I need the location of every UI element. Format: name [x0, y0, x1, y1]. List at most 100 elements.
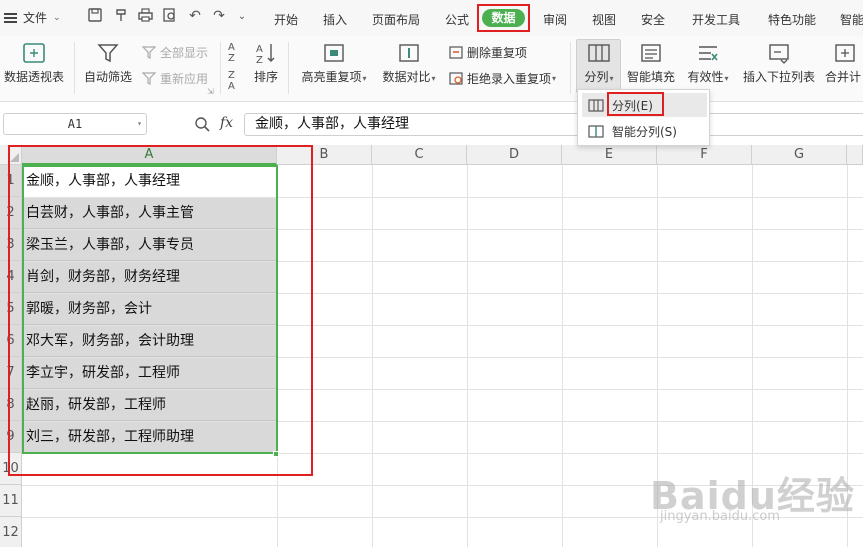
sort-label: 排序: [253, 70, 278, 84]
cell-reference: A1: [67, 117, 83, 131]
chevron-down-icon: ▾: [552, 74, 557, 83]
remove-duplicates-icon: [449, 46, 463, 59]
split-menu-highlight-box: [607, 92, 664, 116]
data-compare-button[interactable]: 数据对比▾: [380, 42, 438, 85]
validity-button[interactable]: 有效性▾: [685, 42, 731, 85]
validity-icon: [699, 46, 718, 61]
reapply-button[interactable]: 重新应用: [142, 70, 208, 87]
insert-dropdown-list-button[interactable]: 插入下拉列表: [740, 42, 818, 85]
gridline: [562, 165, 563, 547]
split-column-button[interactable]: 分列▾: [577, 42, 621, 85]
tab-home[interactable]: 开始: [274, 11, 298, 28]
svg-text:A: A: [256, 44, 263, 55]
smart-fill-label: 智能填充: [626, 70, 675, 84]
chevron-down-icon: ▾: [609, 74, 614, 83]
column-header-c[interactable]: C: [372, 145, 467, 165]
highlight-duplicates-icon: [324, 44, 344, 62]
reject-duplicates-button[interactable]: 拒绝录入重复项 ▾: [449, 70, 556, 87]
split-column-icon: [588, 44, 610, 62]
tab-developer[interactable]: 开发工具: [692, 11, 740, 28]
column-header-d[interactable]: D: [467, 145, 562, 165]
tab-review[interactable]: 审阅: [543, 11, 567, 28]
watermark-url: jingyan.baidu.com: [660, 509, 780, 524]
auto-filter-label: 自动筛选: [83, 70, 132, 84]
tab-special[interactable]: 特色功能: [768, 11, 816, 28]
tab-security[interactable]: 安全: [641, 11, 665, 28]
formula-input[interactable]: 金顺，人事部，人事经理: [244, 113, 863, 136]
pivot-table-icon: [23, 43, 45, 63]
chevron-down-icon: ▾: [724, 74, 729, 83]
merge-calc-button[interactable]: 合并计: [825, 42, 863, 85]
column-header-e[interactable]: E: [562, 145, 657, 165]
menu-bar: 文件 ⌄ ↶ ↷ ⌄ 开始 插入 页面布局 公式 数据 审阅 视图 安全 开发工…: [0, 0, 863, 36]
undo-icon[interactable]: ↶: [186, 8, 204, 24]
row-header-12[interactable]: 12: [0, 517, 22, 547]
ribbon-divider: [288, 42, 289, 94]
sort-ascending-icon[interactable]: AZ: [228, 42, 235, 64]
redo-icon[interactable]: ↷: [210, 8, 228, 24]
data-compare-icon: [399, 44, 419, 62]
reapply-label: 重新应用: [160, 72, 209, 86]
quick-access-more-icon[interactable]: ⌄: [233, 11, 251, 22]
smart-fill-button[interactable]: 智能填充: [626, 42, 676, 85]
selection-highlight-box: [8, 145, 313, 476]
row-header-11[interactable]: 11: [0, 485, 22, 517]
print-icon[interactable]: [136, 8, 154, 26]
active-tab-highlight: 数据: [477, 4, 530, 32]
format-painter-icon[interactable]: [112, 8, 130, 26]
tab-data[interactable]: 数据: [482, 9, 525, 27]
split-column-label: 分列: [584, 70, 609, 84]
highlight-duplicates-button[interactable]: 高亮重复项▾: [298, 42, 370, 85]
column-header-h[interactable]: [847, 145, 863, 165]
fx-icon[interactable]: fx: [220, 115, 233, 131]
sort-descending-icon[interactable]: ZA: [228, 70, 235, 92]
column-header-g[interactable]: G: [752, 145, 847, 165]
show-all-label: 全部显示: [160, 46, 209, 60]
name-box[interactable]: A1 ▾: [3, 113, 147, 135]
merge-calc-icon: [835, 44, 855, 62]
merge-calc-label: 合并计: [825, 70, 862, 84]
funnel-refresh-icon: [142, 72, 156, 85]
tab-page-layout[interactable]: 页面布局: [372, 11, 420, 28]
print-preview-icon[interactable]: [161, 8, 179, 26]
hamburger-icon[interactable]: [4, 12, 17, 23]
tab-insert[interactable]: 插入: [323, 11, 347, 28]
save-icon[interactable]: [86, 8, 104, 26]
tab-formula[interactable]: 公式: [445, 11, 469, 28]
svg-text:Z: Z: [256, 55, 263, 64]
tab-view[interactable]: 视图: [592, 11, 616, 28]
tab-smart[interactable]: 智能: [840, 11, 863, 28]
show-all-button[interactable]: 全部显示: [142, 44, 208, 61]
pivot-table-button[interactable]: 数据透视表: [2, 42, 66, 85]
remove-duplicates-label: 删除重复项: [467, 46, 528, 60]
zoom-icon[interactable]: [194, 116, 210, 132]
chevron-down-icon[interactable]: ⌄: [53, 13, 61, 23]
insert-dropdown-icon: [769, 44, 789, 64]
funnel-icon: [97, 44, 119, 63]
file-menu[interactable]: 文件 ⌄: [4, 9, 61, 26]
smart-split-column-icon: [588, 124, 604, 138]
gridline: [467, 165, 468, 547]
chevron-down-icon[interactable]: ▾: [137, 114, 142, 134]
sort-icon: AZ: [256, 44, 275, 64]
file-menu-label[interactable]: 文件: [23, 9, 47, 26]
remove-duplicates-button[interactable]: 删除重复项: [449, 44, 527, 61]
chevron-down-icon: ▾: [362, 74, 367, 83]
split-column-small-icon: [588, 98, 604, 112]
sort-button[interactable]: AZ 排序: [252, 42, 280, 85]
ribbon: 数据透视表 自动筛选 全部显示 重新应用 AZ ZA AZ 排序 高亮重复项▾ …: [0, 36, 863, 102]
highlight-duplicates-label: 高亮重复项: [301, 70, 362, 84]
ribbon-divider: [220, 42, 221, 94]
formula-bar: A1 ▾ fx 金顺，人事部，人事经理: [0, 110, 863, 140]
chevron-down-icon: ▾: [431, 74, 436, 83]
smart-split-column-menu-label: 智能分列(S): [612, 124, 677, 139]
dialog-launcher-icon[interactable]: ⇲: [207, 87, 214, 96]
column-header-f[interactable]: F: [657, 145, 752, 165]
ribbon-divider: [570, 42, 571, 94]
smart-fill-icon: [641, 44, 661, 62]
reject-duplicates-icon: [449, 72, 463, 85]
reject-duplicates-label: 拒绝录入重复项: [467, 72, 552, 86]
ribbon-divider: [74, 42, 75, 94]
auto-filter-button[interactable]: 自动筛选: [82, 42, 134, 85]
smart-split-column-menu-item[interactable]: 智能分列(S): [582, 119, 707, 143]
